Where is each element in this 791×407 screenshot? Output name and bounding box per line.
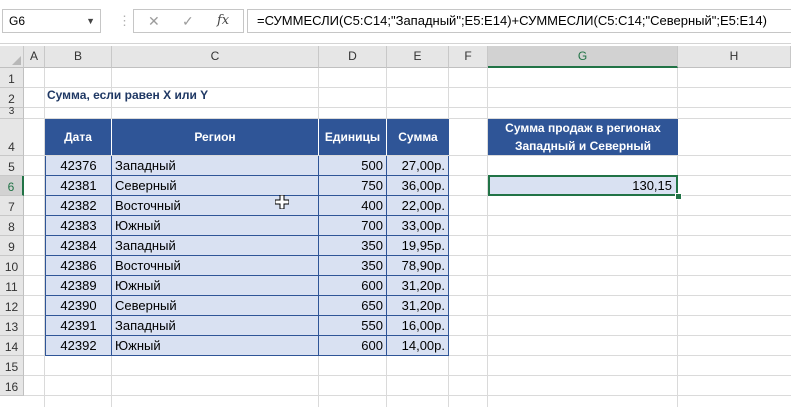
name-box[interactable]: G6 ▼: [2, 9, 101, 33]
row-header-5[interactable]: 5: [0, 156, 24, 176]
cell-region[interactable]: Западный: [112, 156, 319, 176]
cell-date[interactable]: 42390: [45, 296, 112, 316]
cell-date[interactable]: 42376: [45, 156, 112, 176]
column-header-b[interactable]: B: [45, 46, 112, 68]
cell-date[interactable]: 42386: [45, 256, 112, 276]
gridline: [24, 395, 791, 396]
cell-date[interactable]: 42391: [45, 316, 112, 336]
cell-units[interactable]: 350: [319, 236, 387, 256]
column-header-e[interactable]: E: [387, 46, 449, 68]
column-header-a[interactable]: A: [24, 46, 45, 68]
cell-region[interactable]: Северный: [112, 176, 319, 196]
cell-units[interactable]: 550: [319, 316, 387, 336]
header-units[interactable]: Единицы: [319, 119, 387, 155]
cell-cursor-icon: [275, 195, 289, 209]
header-date[interactable]: Дата: [45, 119, 112, 155]
cell-sum[interactable]: 31,20р.: [387, 296, 449, 316]
cell-sum[interactable]: 78,90р.: [387, 256, 449, 276]
cell-units[interactable]: 350: [319, 256, 387, 276]
cell-region[interactable]: Северный: [112, 296, 319, 316]
result-header-line1: Сумма продаж в регионах: [505, 121, 661, 135]
row-header-9[interactable]: 9: [0, 236, 24, 256]
cell-sum[interactable]: 36,00р.: [387, 176, 449, 196]
cell-sum[interactable]: 31,20р.: [387, 276, 449, 296]
cell-region[interactable]: Западный: [112, 316, 319, 336]
row-header-10[interactable]: 10: [0, 256, 24, 276]
gridline: [24, 107, 791, 108]
select-all-icon: [12, 56, 21, 65]
select-all-button[interactable]: [0, 46, 24, 68]
cell-date[interactable]: 42389: [45, 276, 112, 296]
row-header-11[interactable]: 11: [0, 276, 24, 296]
result-header-line2: Западный и Северный: [514, 139, 652, 153]
result-header[interactable]: Сумма продаж в регионах Западный и Север…: [488, 119, 678, 155]
row-header-15[interactable]: 15: [0, 356, 24, 376]
cell-units[interactable]: 650: [319, 296, 387, 316]
cell-sum[interactable]: 33,00р.: [387, 216, 449, 236]
cell-date[interactable]: 42381: [45, 176, 112, 196]
row-header-4[interactable]: 4: [0, 119, 24, 156]
row-header-14[interactable]: 14: [0, 336, 24, 356]
cell-sum[interactable]: 16,00р.: [387, 316, 449, 336]
cell-units[interactable]: 600: [319, 336, 387, 356]
chevron-down-icon[interactable]: ▼: [86, 10, 95, 32]
cell-units[interactable]: 700: [319, 216, 387, 236]
name-box-value: G6: [9, 14, 26, 28]
row-header-3[interactable]: 3: [0, 107, 24, 119]
cell-region[interactable]: Восточный: [112, 256, 319, 276]
row-header-12[interactable]: 12: [0, 296, 24, 316]
column-header-d[interactable]: D: [319, 46, 387, 68]
cell-units[interactable]: 400: [319, 196, 387, 216]
fill-handle[interactable]: [675, 193, 682, 200]
cell-sum[interactable]: 22,00р.: [387, 196, 449, 216]
row-header-6[interactable]: 6: [0, 176, 24, 196]
cell-sum[interactable]: 27,00р.: [387, 156, 449, 176]
row-header-16[interactable]: 16: [0, 376, 24, 396]
cancel-icon[interactable]: ✕: [148, 10, 160, 32]
column-header-c[interactable]: C: [112, 46, 319, 68]
header-region[interactable]: Регион: [112, 119, 319, 155]
sheet-title[interactable]: Сумма, если равен X или Y: [47, 88, 208, 102]
drag-handle-icon[interactable]: ⋮: [118, 13, 132, 29]
column-header-h[interactable]: H: [678, 46, 791, 68]
gridline: [24, 375, 791, 376]
cell-units[interactable]: 500: [319, 156, 387, 176]
result-cell[interactable]: 130,15: [488, 175, 678, 196]
row-header-13[interactable]: 13: [0, 316, 24, 336]
cell-region[interactable]: Южный: [112, 216, 319, 236]
formula-buttons: ✕ ✓ fx: [133, 9, 244, 33]
row-header-2[interactable]: 2: [0, 88, 24, 108]
formula-input[interactable]: =СУММЕСЛИ(C5:C14;"Западный";E5:E14)+СУММ…: [247, 9, 791, 33]
cell-region[interactable]: Южный: [112, 336, 319, 356]
cell-region[interactable]: Западный: [112, 236, 319, 256]
enter-icon[interactable]: ✓: [182, 10, 194, 32]
cell-date[interactable]: 42392: [45, 336, 112, 356]
insert-function-icon[interactable]: fx: [217, 10, 229, 32]
cell-date[interactable]: 42382: [45, 196, 112, 216]
row-header-8[interactable]: 8: [0, 216, 24, 236]
header-sum[interactable]: Сумма: [387, 119, 449, 155]
cell-date[interactable]: 42384: [45, 236, 112, 256]
cell-date[interactable]: 42383: [45, 216, 112, 236]
row-header-7[interactable]: 7: [0, 196, 24, 216]
formula-bar: G6 ▼ ⋮ ✕ ✓ fx =СУММЕСЛИ(C5:C14;"Западный…: [0, 0, 791, 44]
row-header-1[interactable]: 1: [0, 68, 24, 88]
column-header-f[interactable]: F: [449, 46, 488, 68]
cell-units[interactable]: 750: [319, 176, 387, 196]
cell-region[interactable]: Южный: [112, 276, 319, 296]
cell-sum[interactable]: 14,00р.: [387, 336, 449, 356]
cell-units[interactable]: 600: [319, 276, 387, 296]
column-header-g[interactable]: G: [488, 46, 678, 68]
cell-sum[interactable]: 19,95р.: [387, 236, 449, 256]
